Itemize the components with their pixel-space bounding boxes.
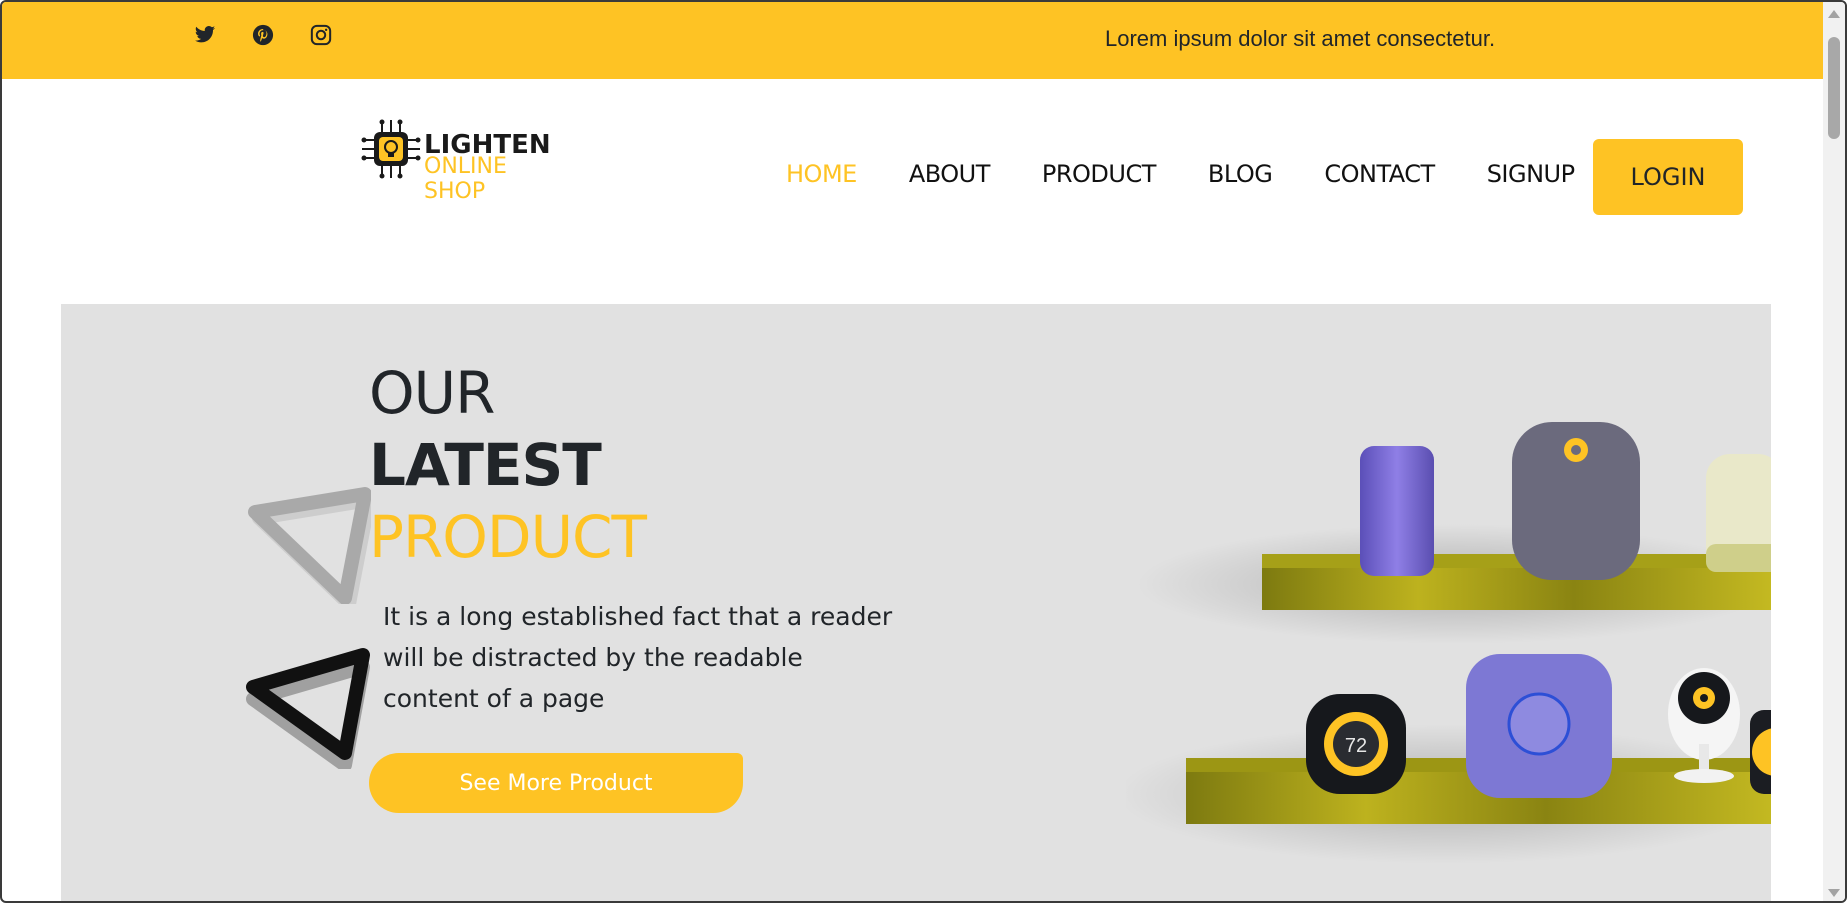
instagram-icon[interactable]	[306, 20, 336, 50]
login-button[interactable]: LOGIN	[1593, 139, 1743, 215]
logo-subtitle: ONLINE SHOP	[424, 154, 507, 204]
browser-viewport: Lorem ipsum dolor sit amet consectetur. …	[0, 0, 1847, 903]
scroll-down-arrow-icon[interactable]	[1828, 889, 1840, 897]
social-links	[190, 20, 336, 50]
chip-logo-icon	[361, 119, 421, 179]
page-scrollbar[interactable]	[1823, 2, 1845, 901]
nav-about[interactable]: ABOUT	[909, 160, 991, 188]
hero-title-our: OUR	[369, 359, 495, 427]
thermostat-reading: 72	[1345, 735, 1367, 757]
nav-contact[interactable]: CONTACT	[1324, 160, 1435, 188]
scroll-up-arrow-icon[interactable]	[1828, 10, 1840, 18]
nav-home[interactable]: HOME	[786, 160, 857, 188]
topbar-tagline: Lorem ipsum dolor sit amet consectetur.	[1105, 26, 1496, 51]
top-bar: Lorem ipsum dolor sit amet consectetur.	[2, 2, 1827, 79]
scrollbar-thumb[interactable]	[1828, 37, 1840, 139]
hero-banner: OUR LATEST PRODUCT It is a long establis…	[61, 304, 1771, 901]
nav-signup[interactable]: SIGNUP	[1487, 160, 1575, 188]
nav-product[interactable]: PRODUCT	[1042, 160, 1157, 188]
hero-title-product: PRODUCT	[369, 503, 647, 571]
main-nav: HOME ABOUT PRODUCT BLOG CONTACT SIGNUP	[786, 160, 1627, 188]
twitter-icon[interactable]	[190, 20, 220, 50]
hero-title-latest: LATEST	[369, 431, 602, 499]
hero-description: It is a long established fact that a rea…	[383, 602, 893, 713]
site-logo[interactable]: LIGHTEN ONLINE SHOP	[360, 116, 570, 204]
pinterest-icon[interactable]	[248, 20, 278, 50]
triangle-outline-black-icon	[246, 648, 370, 769]
smart-devices-shelf-image: 72	[1126, 422, 1771, 864]
nav-blog[interactable]: BLOG	[1208, 160, 1273, 188]
see-more-product-button[interactable]: See More Product	[369, 753, 743, 813]
triangle-outline-gray-icon	[248, 487, 371, 604]
